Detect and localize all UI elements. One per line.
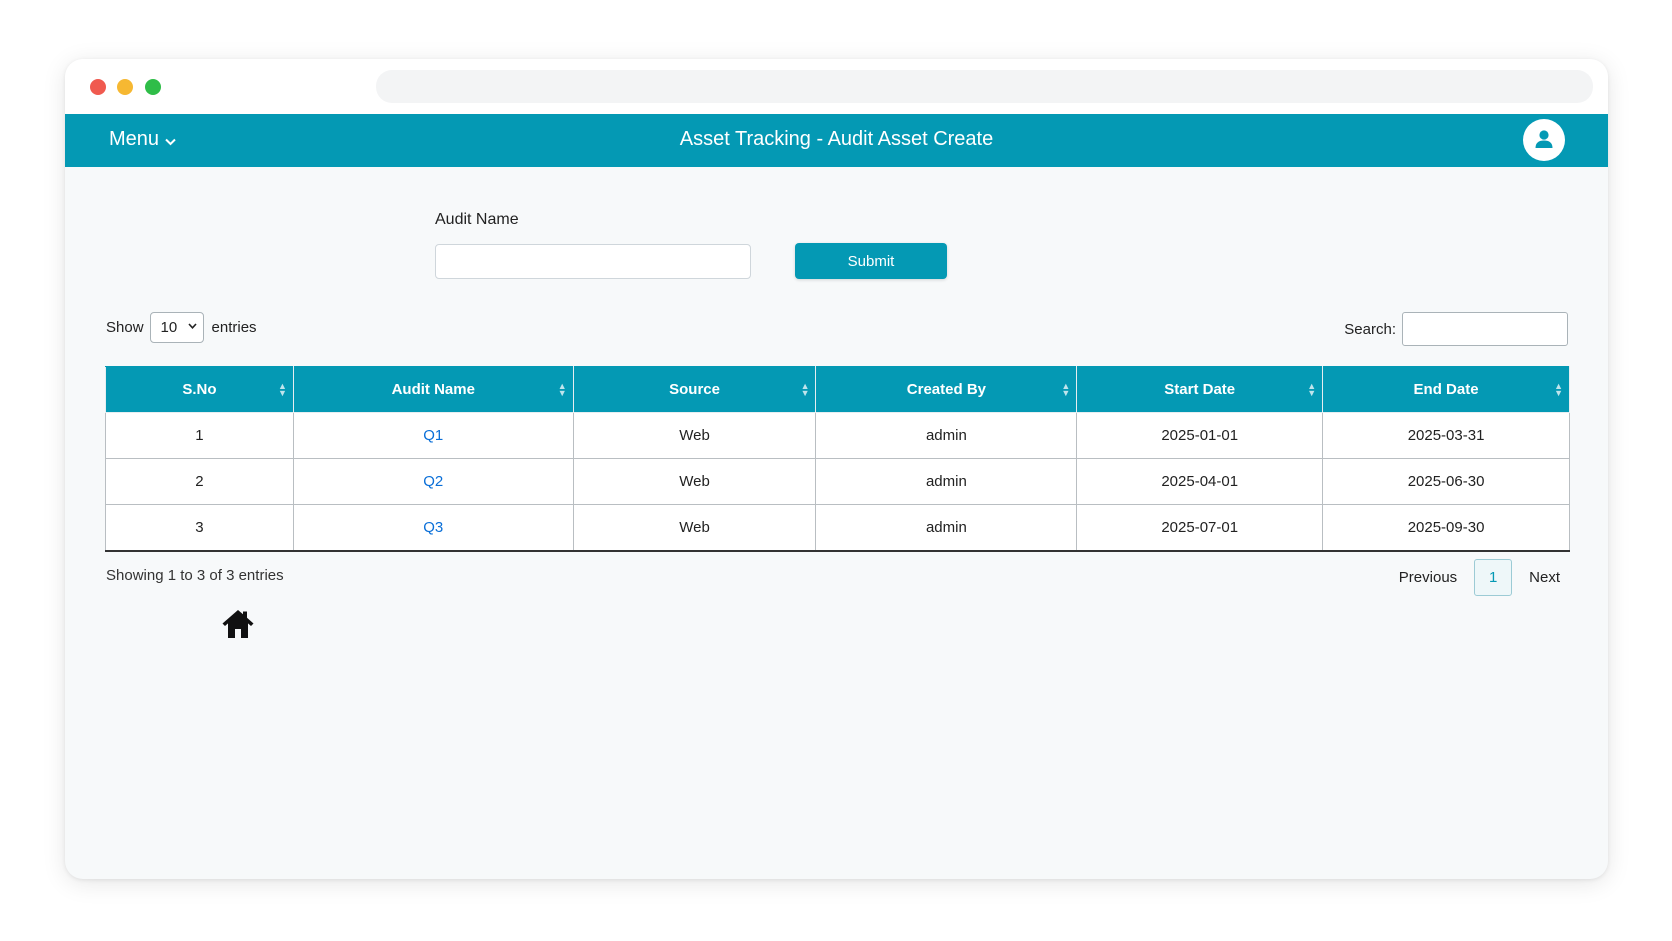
- cell-created-by: admin: [815, 412, 1078, 459]
- cell-source: Web: [572, 458, 817, 505]
- cell-created-by: admin: [815, 458, 1078, 505]
- sort-icon: ▲ ▼: [1307, 381, 1317, 398]
- entries-select[interactable]: 10: [149, 312, 204, 343]
- entries-label: entries: [211, 319, 257, 336]
- cell-source: Web: [572, 412, 817, 459]
- submit-button[interactable]: Submit: [795, 243, 947, 279]
- search-label: Search:: [1344, 320, 1396, 338]
- audit-name-link[interactable]: Q3: [292, 504, 574, 552]
- table-row: 2 Q2 Web admin 2025-04-01 2025-06-30: [105, 458, 1570, 505]
- table-header-row: S.No ▲ ▼ Audit Name ▲ ▼ Source ▲ ▼ Created By ▲…: [105, 366, 1570, 413]
- table-row: 1 Q1 Web admin 2025-01-01 2025-03-31: [105, 412, 1570, 459]
- search-input[interactable]: [1402, 312, 1568, 346]
- address-bar[interactable]: [376, 70, 1593, 103]
- maximize-window-button[interactable]: [145, 79, 161, 95]
- cell-end-date: 2025-09-30: [1322, 504, 1570, 552]
- column-header-end-date[interactable]: End Date ▲ ▼: [1322, 366, 1570, 413]
- table-row: 3 Q3 Web admin 2025-07-01 2025-09-30: [105, 504, 1570, 552]
- column-header-source[interactable]: Source ▲ ▼: [572, 366, 817, 413]
- cell-created-by: admin: [815, 504, 1078, 552]
- cell-start-date: 2025-07-01: [1076, 504, 1324, 552]
- entries-length-control: Show 10 entries: [106, 312, 257, 343]
- column-header-start-date[interactable]: Start Date ▲ ▼: [1076, 366, 1324, 413]
- cell-source: Web: [572, 504, 817, 552]
- app-header: Menu Asset Tracking - Audit Asset Create: [65, 114, 1608, 167]
- entries-select-value: 10: [160, 319, 178, 336]
- cell-start-date: 2025-04-01: [1076, 458, 1324, 505]
- next-page-button[interactable]: Next: [1529, 569, 1560, 586]
- home-icon[interactable]: [221, 609, 255, 644]
- cell-end-date: 2025-03-31: [1322, 412, 1570, 459]
- sort-icon: ▲ ▼: [1554, 381, 1563, 398]
- cell-sno: 1: [105, 412, 294, 459]
- audit-table: S.No ▲ ▼ Audit Name ▲ ▼ Source ▲ ▼ Created By ▲…: [105, 366, 1570, 552]
- table-info: Showing 1 to 3 of 3 entries: [106, 567, 284, 584]
- window-titlebar: [65, 59, 1608, 114]
- cell-end-date: 2025-06-30: [1322, 458, 1570, 505]
- audit-name-input[interactable]: [435, 244, 751, 279]
- table-search: Search:: [1344, 312, 1568, 346]
- profile-button[interactable]: [1523, 119, 1565, 161]
- column-header-audit-name[interactable]: Audit Name ▲ ▼: [292, 366, 574, 413]
- sort-icon: ▲ ▼: [277, 381, 287, 398]
- page-title: Asset Tracking - Audit Asset Create: [679, 128, 994, 150]
- column-header-created-by[interactable]: Created By ▲ ▼: [815, 366, 1078, 413]
- close-window-button[interactable]: [90, 79, 106, 95]
- previous-page-button[interactable]: Previous: [1399, 569, 1457, 586]
- browser-window: Menu Asset Tracking - Audit Asset Create…: [65, 59, 1608, 879]
- audit-name-link[interactable]: Q2: [292, 458, 574, 505]
- sort-icon: ▲ ▼: [1061, 381, 1071, 398]
- page-button-1[interactable]: 1: [1474, 559, 1513, 596]
- cell-start-date: 2025-01-01: [1076, 412, 1324, 459]
- cell-sno: 3: [105, 504, 294, 552]
- cell-sno: 2: [105, 458, 294, 505]
- pagination: Previous 1 Next: [1399, 559, 1560, 596]
- audit-name-label: Audit Name: [435, 211, 519, 228]
- user-icon: [1535, 130, 1553, 148]
- audit-name-link[interactable]: Q1: [292, 412, 574, 459]
- sort-icon: ▲ ▼: [557, 381, 567, 398]
- chevron-down-icon: [187, 320, 197, 332]
- minimize-window-button[interactable]: [117, 79, 133, 95]
- show-label: Show: [106, 319, 144, 336]
- sort-icon: ▲ ▼: [800, 381, 810, 398]
- column-header-sno[interactable]: S.No ▲ ▼: [105, 366, 294, 413]
